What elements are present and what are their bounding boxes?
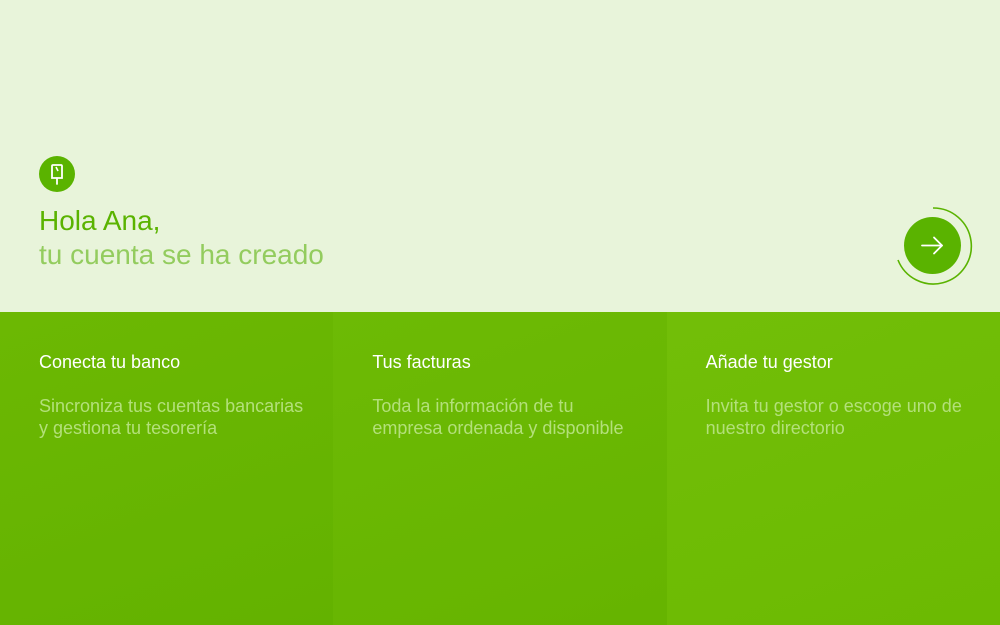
option-title: Tus facturas [372, 352, 471, 372]
option-title: Añade tu gestor [705, 352, 833, 372]
option-add-manager[interactable]: Añade tu gestor Invita tu gestor o escog… [666, 312, 1000, 625]
popsicle-icon [39, 156, 75, 192]
welcome-header: Hola Ana, tu cuenta se ha creado [0, 0, 1000, 312]
option-description: Sincroniza tus cuentas bancarias y gesti… [39, 396, 304, 438]
onboarding-options: Conecta tu banco Sincroniza tus cuentas … [0, 312, 1000, 625]
option-description: Toda la información de tu empresa ordena… [372, 396, 624, 438]
greeting-subtitle: tu cuenta se ha creado [39, 239, 324, 270]
next-button[interactable] [904, 217, 961, 274]
option-title: Conecta tu banco [39, 352, 181, 372]
next-step-control[interactable] [893, 206, 973, 286]
option-description: Invita tu gestor o escoge uno de nuestro… [705, 396, 962, 438]
option-connect-bank[interactable]: Conecta tu banco Sincroniza tus cuentas … [0, 312, 334, 625]
greeting-title: Hola Ana, [39, 205, 161, 236]
arrow-right-icon [921, 236, 943, 255]
option-invoices[interactable]: Tus facturas Toda la información de tu e… [333, 312, 667, 625]
